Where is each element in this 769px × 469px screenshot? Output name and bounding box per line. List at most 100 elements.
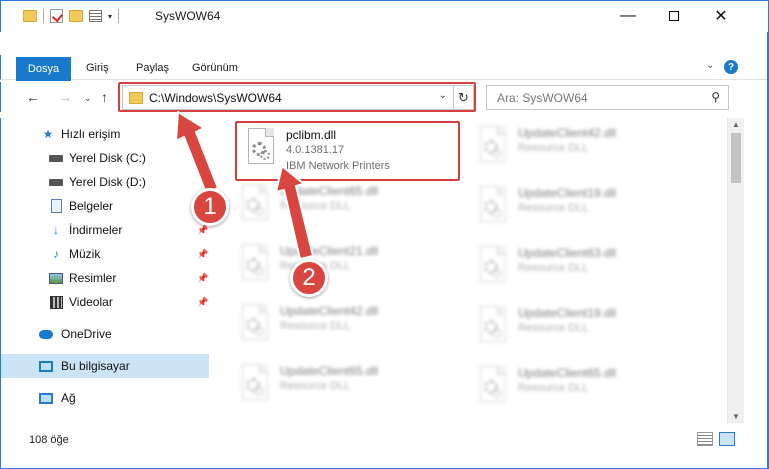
tab-file[interactable]: Dosya: [16, 57, 71, 81]
music-icon: ♪: [53, 247, 59, 261]
star-icon: ★: [42, 127, 54, 141]
item-count: 108 öğe: [29, 434, 69, 446]
sidebar-item-quick-access[interactable]: ★ Hızlı erişim: [1, 122, 209, 146]
tab-home[interactable]: Giriş: [86, 62, 109, 74]
expand-ribbon-icon[interactable]: ⌄: [706, 60, 714, 71]
sidebar-item-label: Belgeler: [69, 199, 114, 213]
minimize-button[interactable]: —: [605, 1, 651, 31]
divider: [43, 9, 44, 23]
file-item[interactable]: UpdateClient42.dll Resource DLL: [232, 298, 462, 350]
video-icon: [49, 295, 63, 309]
sidebar-item-label: Bu bilgisayar: [61, 359, 130, 373]
file-type: Resource DLL: [518, 202, 589, 214]
scroll-thumb[interactable]: [731, 133, 741, 183]
drive-icon: [49, 151, 63, 165]
dll-file-icon: [238, 184, 272, 224]
file-name: UpdateClient42.dll: [518, 126, 617, 140]
up-button[interactable]: ↑: [101, 89, 108, 105]
pin-icon[interactable]: 📌: [197, 249, 208, 260]
file-highlight-box: [235, 121, 460, 181]
dll-file-icon: [476, 306, 510, 346]
file-item[interactable]: UpdateClient21.dll Resource DLL: [232, 238, 462, 290]
customize-icon[interactable]: [89, 10, 102, 22]
file-name: UpdateClient65.dll: [280, 184, 379, 198]
tab-view[interactable]: Görünüm: [192, 62, 238, 74]
sidebar-item-label: İndirmeler: [69, 223, 123, 237]
quick-access-toolbar: ▾: [23, 9, 120, 23]
sidebar-item-music[interactable]: ♪ Müzik 📌: [1, 242, 209, 266]
navigation-pane: ★ Hızlı erişim Yerel Disk (C:) Yerel Dis…: [0, 118, 210, 426]
sidebar-item-label: Ağ: [61, 391, 76, 405]
pin-icon[interactable]: 📌: [197, 225, 208, 236]
help-icon[interactable]: ?: [724, 60, 738, 74]
step-badge-2: 2: [290, 259, 328, 297]
file-item[interactable]: UpdateClient65.dll Resource DLL: [470, 360, 700, 412]
file-type: Resource DLL: [518, 142, 589, 154]
sidebar-item-documents[interactable]: Belgeler: [1, 194, 209, 218]
window-title: SysWOW64: [155, 9, 221, 23]
search-icon: ⚲: [711, 90, 720, 104]
back-button[interactable]: ←: [26, 89, 40, 105]
maximize-button[interactable]: [651, 1, 697, 31]
title-bar: ▾ SysWOW64 — ✕: [0, 0, 769, 32]
file-type: Resource DLL: [280, 380, 351, 392]
sidebar-item-label: Müzik: [69, 247, 101, 261]
scroll-up-icon[interactable]: ▲: [732, 120, 740, 129]
pictures-icon: [49, 271, 63, 285]
file-item[interactable]: UpdateClient65.dll Resource DLL: [232, 358, 462, 410]
file-item[interactable]: UpdateClient19.dll Resource DLL: [470, 300, 700, 352]
sidebar-item-local-disk-c[interactable]: Yerel Disk (C:): [1, 146, 209, 170]
file-name: UpdateClient42.dll: [280, 304, 379, 318]
tab-share[interactable]: Paylaş: [136, 62, 169, 74]
sidebar-item-label: Videolar: [69, 295, 113, 309]
search-placeholder: Ara: SysWOW64: [497, 90, 588, 105]
pin-icon[interactable]: 📌: [197, 297, 208, 308]
file-item[interactable]: UpdateClient63.dll Resource DLL: [470, 240, 700, 292]
recent-locations-icon[interactable]: ⌄: [84, 93, 92, 104]
file-type: Resource DLL: [518, 262, 589, 274]
document-icon: [49, 199, 63, 213]
file-type: Resource DLL: [518, 382, 589, 394]
sidebar-item-label: Yerel Disk (C:): [69, 151, 146, 165]
dll-file-icon: [238, 244, 272, 284]
sidebar-item-pictures[interactable]: Resimler 📌: [1, 266, 209, 290]
sidebar-item-label: Yerel Disk (D:): [69, 175, 146, 189]
dll-file-icon: [476, 126, 510, 166]
sidebar-item-local-disk-d[interactable]: Yerel Disk (D:): [1, 170, 209, 194]
properties-check-icon[interactable]: [50, 9, 63, 23]
divider: [118, 9, 120, 23]
dll-file-icon: [476, 186, 510, 226]
drive-icon: [49, 175, 63, 189]
dll-file-icon: [476, 366, 510, 406]
maximize-icon: [669, 11, 679, 21]
sidebar-item-this-pc[interactable]: Bu bilgisayar: [1, 354, 209, 378]
file-item[interactable]: UpdateClient42.dll Resource DLL: [470, 120, 700, 172]
forward-button[interactable]: →: [58, 89, 72, 105]
sidebar-item-downloads[interactable]: ↓ İndirmeler 📌: [1, 218, 209, 242]
file-type: Resource DLL: [280, 320, 351, 332]
tiles-view-icon[interactable]: [719, 432, 735, 446]
step-badge-1: 1: [191, 188, 229, 226]
scroll-down-icon[interactable]: ▼: [732, 412, 740, 421]
download-icon: ↓: [53, 223, 59, 237]
new-folder-icon[interactable]: [69, 10, 83, 22]
file-name: UpdateClient19.dll: [518, 306, 617, 320]
vertical-scrollbar[interactable]: ▲ ▼: [727, 118, 744, 423]
sidebar-item-label: Resimler: [69, 271, 117, 285]
address-highlight-box: [118, 82, 476, 112]
folder-icon: [23, 10, 37, 22]
file-item[interactable]: UpdateClient65.dll Resource DLL: [232, 178, 462, 230]
file-name: UpdateClient63.dll: [518, 246, 617, 260]
sidebar-item-network[interactable]: Ağ: [1, 386, 209, 410]
computer-icon: [39, 359, 53, 373]
file-name: UpdateClient65.dll: [280, 364, 379, 378]
search-input[interactable]: Ara: SysWOW64 ⚲: [486, 85, 729, 110]
sidebar-item-onedrive[interactable]: OneDrive: [1, 322, 209, 346]
details-view-icon[interactable]: [697, 432, 713, 446]
pin-icon[interactable]: 📌: [197, 273, 208, 284]
chevron-down-icon[interactable]: ▾: [108, 12, 112, 21]
sidebar-item-videos[interactable]: Videolar 📌: [1, 290, 209, 314]
close-button[interactable]: ✕: [698, 1, 744, 31]
dll-file-icon: [238, 304, 272, 344]
file-item[interactable]: UpdateClient19.dll Resource DLL: [470, 180, 700, 232]
